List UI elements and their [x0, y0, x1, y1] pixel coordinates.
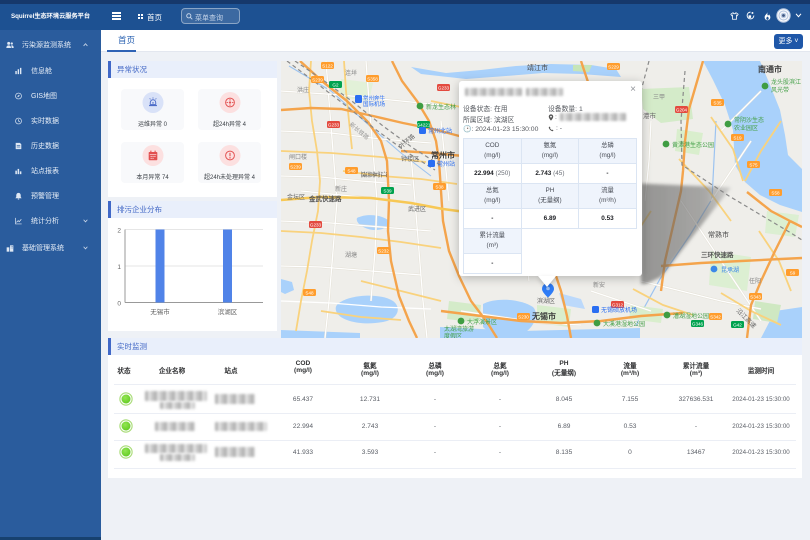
- svg-text:S358: S358: [367, 76, 378, 81]
- svg-text:南通市: 南通市: [758, 64, 782, 74]
- svg-text:S122: S122: [322, 63, 333, 68]
- svg-text:滨湖区: 滨湖区: [537, 297, 555, 305]
- svg-text:新安: 新安: [593, 281, 605, 289]
- svg-text:常州北站: 常州北站: [428, 127, 452, 135]
- svg-text:新龙生态林: 新龙生态林: [426, 103, 456, 111]
- svg-text:常州奔牛: 常州奔牛: [363, 94, 386, 102]
- svg-text:常州站: 常州站: [437, 160, 455, 168]
- svg-text:常阴沙生态: 常阴沙生态: [734, 116, 764, 124]
- svg-text:滨湖区: 滨湖区: [218, 307, 238, 316]
- svg-text:S39: S39: [383, 188, 392, 193]
- svg-text:S232: S232: [378, 248, 389, 253]
- svg-text:常州市: 常州市: [431, 150, 455, 160]
- svg-text:黄潭港生态公园: 黄潭港生态公园: [672, 141, 714, 149]
- svg-text:连垟: 连垟: [345, 69, 357, 77]
- svg-text:2: 2: [117, 228, 121, 235]
- svg-text:S229: S229: [608, 64, 619, 69]
- svg-text:S239: S239: [290, 164, 301, 169]
- svg-text:无锡市: 无锡市: [150, 307, 170, 316]
- svg-text:洪庄: 洪庄: [297, 86, 309, 94]
- svg-text:G233: G233: [438, 85, 450, 90]
- svg-text:新庄: 新庄: [335, 185, 347, 193]
- svg-text:G204: G204: [676, 107, 688, 112]
- svg-text:S343: S343: [750, 294, 761, 299]
- svg-text:钟楼区: 钟楼区: [401, 155, 419, 163]
- svg-text:常熟市: 常熟市: [708, 230, 729, 239]
- svg-text:G346: G346: [692, 321, 704, 326]
- svg-text:S38: S38: [435, 184, 444, 189]
- svg-text:昆承湖: 昆承湖: [721, 266, 739, 274]
- svg-text:农业园区: 农业园区: [734, 124, 758, 132]
- svg-text:无锡市: 无锡市: [531, 311, 556, 321]
- svg-text:S9: S9: [790, 270, 796, 275]
- svg-text:三甲: 三甲: [653, 94, 665, 101]
- svg-text:金坛区: 金坛区: [287, 193, 305, 201]
- svg-text:金武快速路: 金武快速路: [308, 194, 342, 203]
- svg-text:国际机场: 国际机场: [363, 100, 386, 108]
- svg-text:0: 0: [117, 301, 121, 308]
- svg-text:S342: S342: [710, 314, 721, 319]
- svg-text:靖江市: 靖江市: [527, 63, 548, 72]
- svg-text:S48: S48: [305, 290, 314, 295]
- svg-text:湖塘: 湖塘: [345, 251, 357, 259]
- svg-text:太湖湾旅游: 太湖湾旅游: [444, 325, 474, 333]
- svg-text:S75: S75: [749, 162, 758, 167]
- svg-text:龙头股滨江: 龙头股滨江: [771, 78, 801, 86]
- svg-text:G4221: G4221: [417, 122, 431, 127]
- svg-text:S19: S19: [733, 135, 742, 140]
- svg-text:S48: S48: [347, 168, 356, 173]
- svg-text:无锡硕放机场: 无锡硕放机场: [601, 306, 637, 314]
- svg-text:S58: S58: [771, 190, 780, 195]
- svg-text:三环快速路: 三环快速路: [701, 250, 734, 259]
- svg-text:S230: S230: [518, 314, 529, 319]
- svg-text:1: 1: [117, 264, 121, 271]
- svg-text:G233: G233: [328, 122, 340, 127]
- svg-text:G312: G312: [612, 302, 624, 307]
- svg-text:G2: G2: [332, 82, 339, 87]
- svg-text:大浮演景区: 大浮演景区: [467, 318, 497, 326]
- svg-text:风光带: 风光带: [771, 86, 789, 94]
- svg-text:任阳: 任阳: [749, 277, 761, 285]
- svg-text:大溪港湿地公园: 大溪港湿地公园: [603, 320, 645, 328]
- svg-text:G42: G42: [733, 322, 742, 327]
- svg-text:S239: S239: [312, 77, 323, 82]
- svg-text:武进区: 武进区: [408, 205, 426, 213]
- svg-text:S35: S35: [713, 100, 722, 105]
- svg-text:闸口楼: 闸口楼: [289, 153, 307, 161]
- svg-text:G233: G233: [310, 222, 322, 227]
- svg-text:港市: 港市: [643, 111, 657, 120]
- svg-text:漕湖湿地公园: 漕湖湿地公园: [673, 312, 709, 320]
